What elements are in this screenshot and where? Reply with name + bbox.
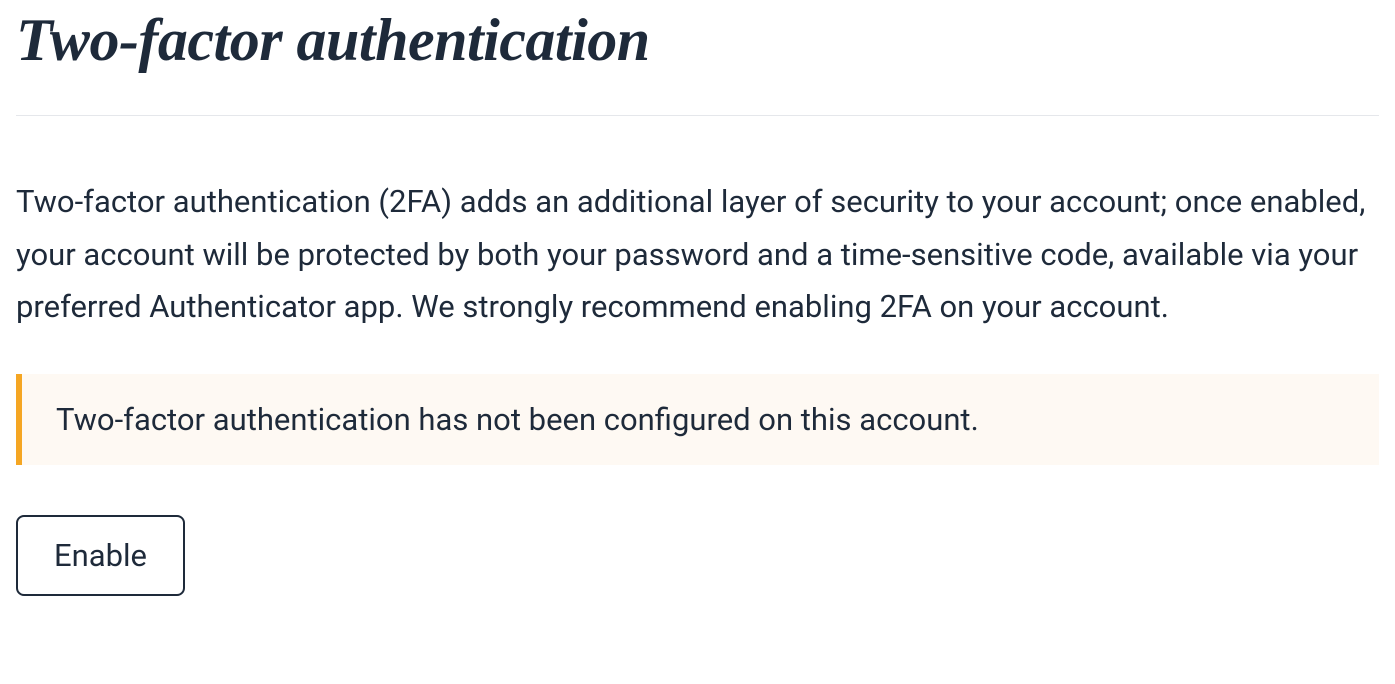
page-title: Two-factor authentication: [16, 0, 1379, 115]
status-alert: Two-factor authentication has not been c…: [16, 374, 1379, 465]
enable-button[interactable]: Enable: [16, 515, 185, 596]
alert-message: Two-factor authentication has not been c…: [56, 401, 979, 438]
section-divider: [16, 115, 1379, 116]
two-factor-description: Two-factor authentication (2FA) adds an …: [16, 176, 1379, 334]
